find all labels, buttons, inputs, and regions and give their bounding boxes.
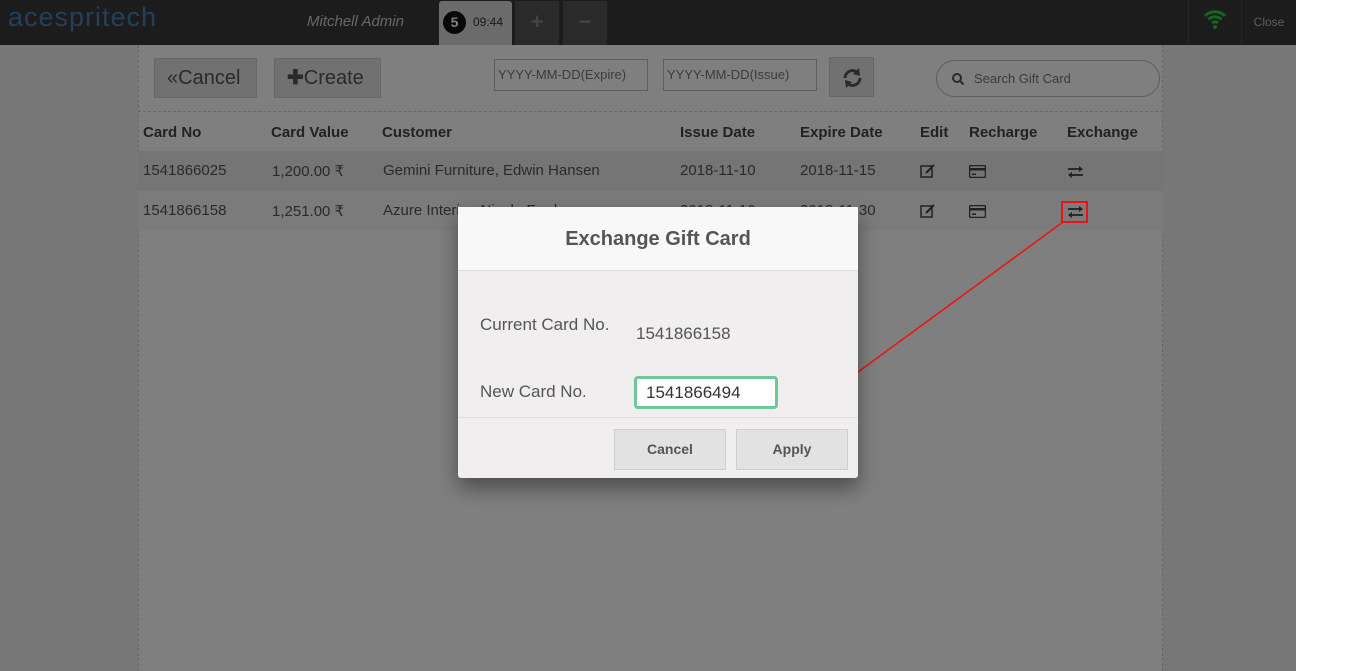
- exchange-gift-card-dialog: Exchange Gift Card Current Card No. 1541…: [458, 207, 858, 478]
- pos-app: acespritech Mitchell Admin 5 09:44 + − C…: [0, 0, 1296, 671]
- dialog-title: Exchange Gift Card: [458, 207, 858, 271]
- cancel-button[interactable]: Cancel: [614, 429, 726, 470]
- new-card-input[interactable]: 1541866494: [634, 376, 778, 409]
- apply-button[interactable]: Apply: [736, 429, 848, 470]
- dialog-footer: Cancel Apply: [458, 417, 858, 478]
- current-card-value: 1541866158: [636, 324, 731, 343]
- new-card-label: New Card No.: [480, 382, 587, 401]
- current-card-label: Current Card No.: [480, 315, 610, 334]
